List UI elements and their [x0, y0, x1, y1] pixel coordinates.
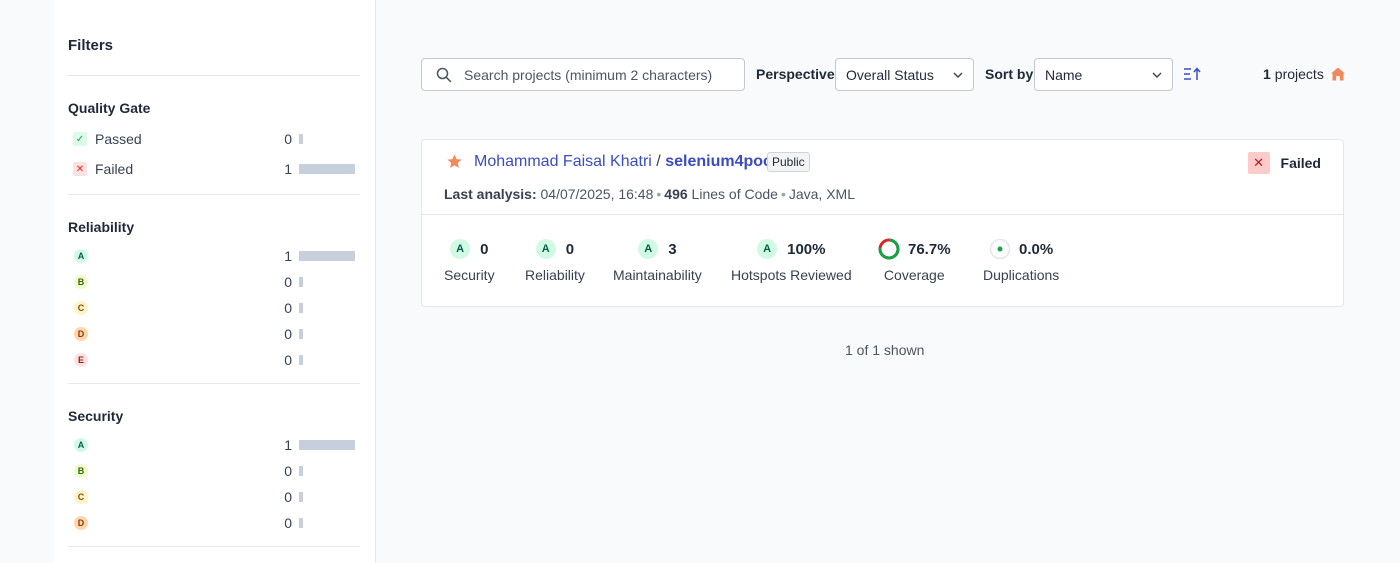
- rating-badge: A: [74, 249, 88, 263]
- facet-item-security-c[interactable]: C 0: [68, 484, 360, 510]
- rating-badge: D: [74, 327, 88, 341]
- facet-bar: [299, 355, 303, 365]
- facet-item-security-a[interactable]: A 1: [68, 432, 360, 458]
- facet-bar: [299, 466, 303, 476]
- facet-bar: [299, 329, 303, 339]
- facet-item-failed[interactable]: ✕ Failed 1: [68, 154, 360, 184]
- facet-quality-gate: Quality Gate ✓ Passed 0 ✕ Failed 1: [68, 76, 360, 195]
- chevron-down-icon: [1152, 72, 1162, 78]
- facet-item-security-b[interactable]: B 0: [68, 458, 360, 484]
- facet-item-reliability-b[interactable]: B 0: [68, 269, 360, 295]
- rating-badge: A: [757, 239, 778, 259]
- project-link[interactable]: Mohammad Faisal Khatri / selenium4poc: [474, 153, 772, 171]
- filters-title: Filters: [68, 0, 360, 76]
- measure-coverage[interactable]: 76.7% Coverage: [878, 237, 951, 283]
- facet-bar: [299, 492, 303, 502]
- rating-badge: A: [638, 239, 659, 259]
- facet-bar: [299, 134, 303, 144]
- measure-security[interactable]: A0 Security: [444, 237, 495, 283]
- facet-item-reliability-e[interactable]: E 0: [68, 347, 360, 373]
- coverage-donut-icon: [878, 238, 900, 260]
- facet-bar: [299, 164, 355, 174]
- perspective-select[interactable]: Overall Status: [835, 58, 974, 91]
- rating-badge: E: [74, 353, 88, 367]
- facet-item-reliability-d[interactable]: D 0: [68, 321, 360, 347]
- facet-bar: [299, 518, 303, 528]
- facet-title: Security: [68, 408, 124, 424]
- project-measures: A0 Security A0 Reliability A3 Maintainab…: [422, 215, 1343, 307]
- measure-duplications[interactable]: 0.0% Duplications: [983, 237, 1059, 283]
- check-icon: ✓: [73, 132, 87, 146]
- home-icon[interactable]: [1330, 66, 1346, 82]
- project-card: Mohammad Faisal Khatri / selenium4poc Pu…: [421, 139, 1344, 307]
- facet-title: Reliability: [68, 219, 135, 235]
- rating-badge: A: [450, 239, 471, 259]
- perspective-label: Perspective: [756, 66, 835, 82]
- facet-item-passed[interactable]: ✓ Passed 0: [68, 124, 360, 154]
- quality-gate-status: ✕ Failed: [1247, 152, 1321, 174]
- filters-sidebar: Filters Quality Gate ✓ Passed 0 ✕ Failed 1…: [54, 0, 376, 563]
- facet-item-reliability-c[interactable]: C 0: [68, 295, 360, 321]
- search-box[interactable]: [421, 58, 745, 91]
- sort-select[interactable]: Name: [1034, 58, 1173, 91]
- rating-badge: B: [74, 464, 88, 478]
- sort-label: Sort by: [985, 66, 1034, 82]
- projects-main: Perspective Overall Status Sort by Name …: [377, 0, 1400, 563]
- rating-badge: C: [74, 490, 88, 504]
- rating-badge: A: [535, 239, 556, 259]
- rating-badge: B: [74, 275, 88, 289]
- measure-reliability[interactable]: A0 Reliability: [525, 237, 585, 283]
- measure-maintainability[interactable]: A3 Maintainability: [613, 237, 702, 283]
- star-icon[interactable]: [446, 153, 463, 170]
- facet-bar: [299, 303, 303, 313]
- project-count: 1 projects: [1263, 66, 1346, 82]
- project-card-header: Mohammad Faisal Khatri / selenium4poc Pu…: [422, 140, 1343, 215]
- duplications-icon: [989, 238, 1011, 260]
- search-icon: [436, 67, 452, 82]
- rating-badge: A: [74, 438, 88, 452]
- search-input[interactable]: [464, 66, 734, 83]
- rating-badge: C: [74, 301, 88, 315]
- analysis-info: Last analysis: 04/07/2025, 16:48 • 496 Lin…: [444, 186, 855, 202]
- facet-security: Security A 1 B 0 C 0 D 0: [68, 384, 360, 547]
- facet-title: Quality Gate: [68, 100, 151, 116]
- facet-item-reliability-a[interactable]: A 1: [68, 243, 360, 269]
- facet-bar: [299, 440, 355, 450]
- cross-icon: ✕: [73, 162, 87, 176]
- cross-icon: ✕: [1247, 152, 1270, 174]
- facet-reliability: Reliability A 1 B 0 C 0 D 0 E 0: [68, 195, 360, 384]
- visibility-badge: Public: [767, 152, 810, 172]
- results-shown: 1 of 1 shown: [845, 342, 925, 358]
- facet-bar: [299, 251, 355, 261]
- chevron-down-icon: [953, 72, 963, 78]
- measure-hotspots[interactable]: A 100% Hotspots Reviewed: [731, 237, 852, 283]
- rating-badge: D: [74, 516, 88, 530]
- facet-bar: [299, 277, 303, 287]
- facet-item-security-d[interactable]: D 0: [68, 510, 360, 536]
- sort-ascending-icon[interactable]: [1183, 66, 1201, 82]
